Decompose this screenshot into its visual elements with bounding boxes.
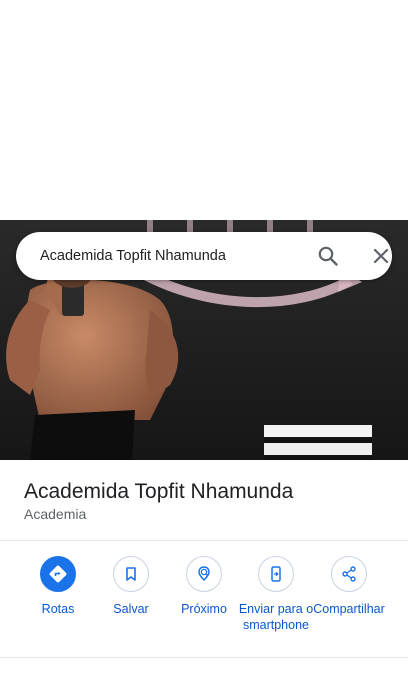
- directions-button[interactable]: Rotas: [20, 556, 96, 617]
- share-label: Compartilhar: [313, 602, 385, 616]
- bookmark-icon[interactable]: [113, 556, 149, 592]
- share-button[interactable]: Compartilhar: [311, 556, 387, 617]
- directions-label: Rotas: [41, 602, 75, 616]
- action-bar: Rotas Salvar Próximo Enviar para o smart…: [0, 541, 408, 657]
- search-icon[interactable]: [316, 244, 340, 268]
- send-to-phone-button[interactable]: Enviar para o smartphone: [238, 556, 314, 633]
- divider: [0, 657, 408, 658]
- search-input[interactable]: Academida Topfit Nhamunda: [40, 232, 226, 280]
- place-header: Academida Topfit Nhamunda Academia: [0, 460, 408, 540]
- place-category[interactable]: Academia: [24, 506, 86, 522]
- save-label: Salvar: [113, 602, 149, 616]
- nearby-label: Próximo: [181, 602, 227, 616]
- close-icon[interactable]: [369, 244, 393, 268]
- search-bar[interactable]: Academida Topfit Nhamunda: [16, 232, 392, 280]
- share-icon[interactable]: [331, 556, 367, 592]
- blank-area: [0, 0, 408, 220]
- save-button[interactable]: Salvar: [93, 556, 169, 617]
- nearby-button[interactable]: Próximo: [166, 556, 242, 617]
- place-name: Academida Topfit Nhamunda: [24, 480, 294, 503]
- directions-icon[interactable]: [40, 556, 76, 592]
- send-to-phone-label: Enviar para o smartphone: [238, 602, 314, 632]
- nearby-icon[interactable]: [186, 556, 222, 592]
- send-to-phone-icon[interactable]: [258, 556, 294, 592]
